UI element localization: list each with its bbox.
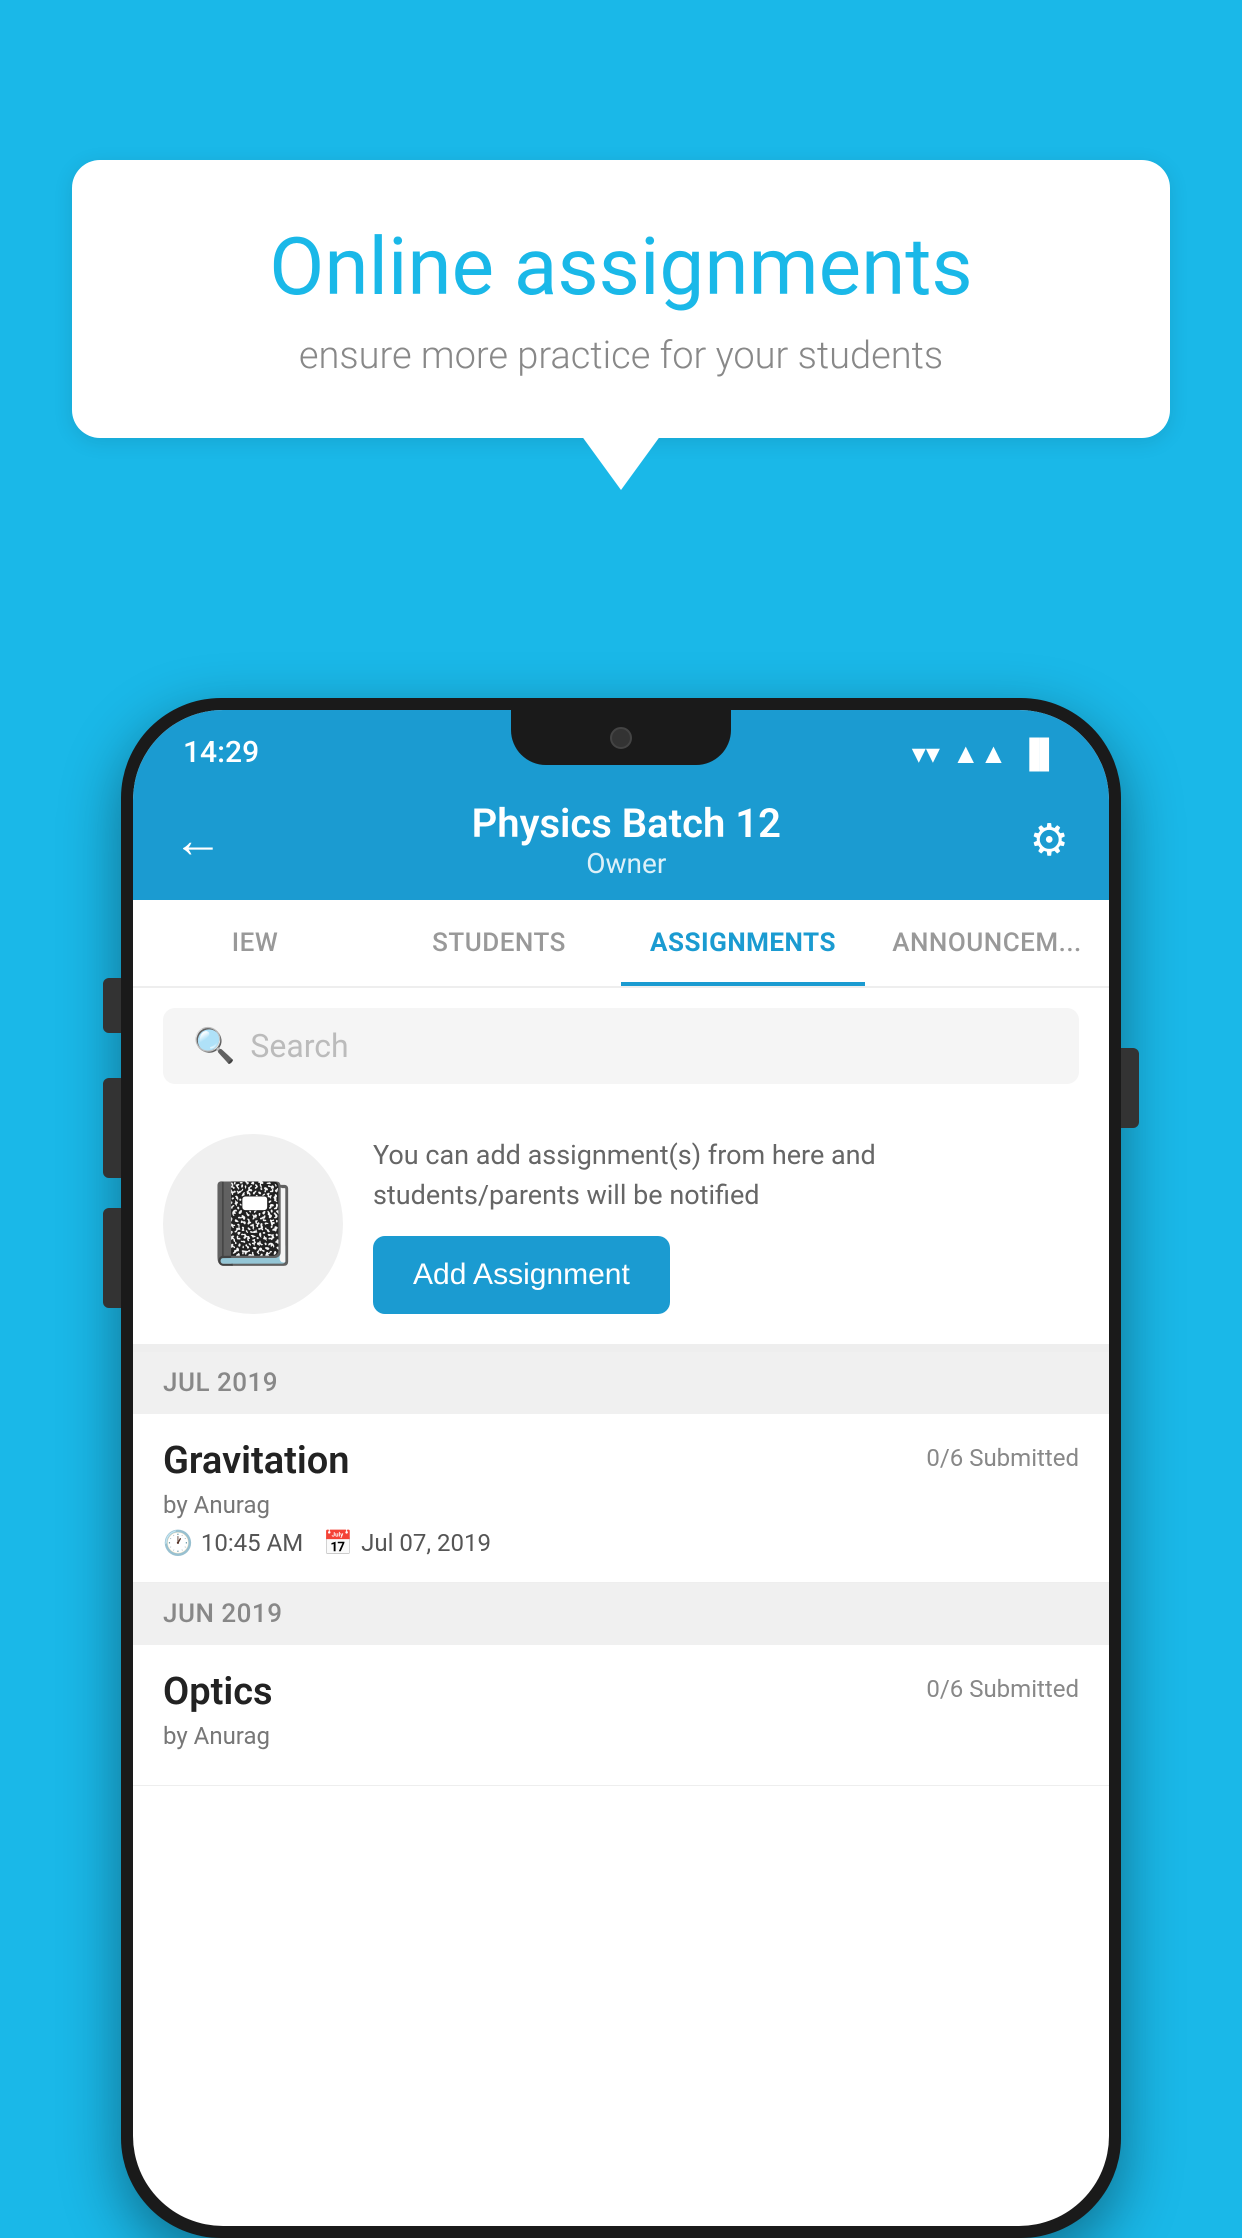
- header-title: Physics Batch 12: [472, 800, 781, 847]
- clock-icon: 🕐: [163, 1529, 193, 1557]
- search-bar[interactable]: 🔍 Search: [163, 1008, 1079, 1084]
- assignment-item-optics[interactable]: Optics 0/6 Submitted by Anurag: [133, 1645, 1109, 1786]
- volume-silent-button: [103, 978, 121, 1033]
- status-icons: ▾▾ ▲▲ ▐▌: [912, 737, 1059, 770]
- time-value: 10:45 AM: [201, 1529, 303, 1557]
- app-header: ← Physics Batch 12 Owner ⚙: [133, 780, 1109, 900]
- header-center: Physics Batch 12 Owner: [472, 800, 781, 880]
- search-container: 🔍 Search: [133, 988, 1109, 1104]
- speech-bubble: Online assignments ensure more practice …: [72, 160, 1170, 438]
- assignment-datetime: 🕐 10:45 AM 📅 Jul 07, 2019: [163, 1529, 1079, 1557]
- assignment-submitted: 0/6 Submitted: [926, 1444, 1079, 1472]
- phone-frame: 14:29 ▾▾ ▲▲ ▐▌ ← Physics Batch 12 Owner …: [121, 698, 1121, 2238]
- assignment-item-gravitation[interactable]: Gravitation 0/6 Submitted by Anurag 🕐 10…: [133, 1414, 1109, 1583]
- tab-students[interactable]: STUDENTS: [377, 900, 621, 986]
- assignment-name: Gravitation: [163, 1439, 350, 1483]
- notebook-icon: 📓: [203, 1177, 303, 1271]
- signal-icon: ▲▲: [952, 737, 1007, 770]
- tabs-container: IEW STUDENTS ASSIGNMENTS ANNOUNCEM...: [133, 900, 1109, 988]
- assignment-top: Gravitation 0/6 Submitted: [163, 1439, 1079, 1483]
- power-button: [1121, 1048, 1139, 1128]
- promo-right: You can add assignment(s) from here and …: [373, 1135, 1079, 1314]
- date-value: Jul 07, 2019: [361, 1529, 491, 1557]
- back-button[interactable]: ←: [173, 811, 223, 870]
- bubble-title: Online assignments: [142, 220, 1100, 314]
- tab-announcements[interactable]: ANNOUNCEM...: [865, 900, 1109, 986]
- phone-screen: 14:29 ▾▾ ▲▲ ▐▌ ← Physics Batch 12 Owner …: [133, 710, 1109, 2226]
- front-camera: [610, 727, 632, 749]
- search-input[interactable]: Search: [250, 1027, 348, 1065]
- battery-icon: ▐▌: [1019, 737, 1059, 770]
- assignment-meta: by Anurag: [163, 1491, 1079, 1519]
- wifi-icon: ▾▾: [912, 737, 940, 770]
- gear-icon[interactable]: ⚙: [1030, 814, 1069, 866]
- assignment-author: by Anurag: [163, 1491, 270, 1519]
- status-time: 14:29: [183, 735, 259, 770]
- calendar-icon: 📅: [323, 1529, 353, 1557]
- assignment-top-optics: Optics 0/6 Submitted: [163, 1670, 1079, 1714]
- datetime-time: 🕐 10:45 AM: [163, 1529, 303, 1557]
- promo-icon-circle: 📓: [163, 1134, 343, 1314]
- volume-down-button: [103, 1208, 121, 1308]
- tab-overview[interactable]: IEW: [133, 900, 377, 986]
- promo-description: You can add assignment(s) from here and …: [373, 1135, 1079, 1216]
- assignment-meta-optics: by Anurag: [163, 1722, 1079, 1750]
- assignment-author-optics: by Anurag: [163, 1722, 270, 1750]
- section-header-jul: JUL 2019: [133, 1352, 1109, 1414]
- bubble-subtitle: ensure more practice for your students: [142, 334, 1100, 378]
- section-header-jun: JUN 2019: [133, 1583, 1109, 1645]
- promo-section: 📓 You can add assignment(s) from here an…: [133, 1104, 1109, 1352]
- add-assignment-button[interactable]: Add Assignment: [373, 1236, 670, 1314]
- assignment-name-optics: Optics: [163, 1670, 273, 1714]
- assignment-submitted-optics: 0/6 Submitted: [926, 1675, 1079, 1703]
- tab-assignments[interactable]: ASSIGNMENTS: [621, 900, 865, 986]
- volume-up-button: [103, 1078, 121, 1178]
- search-icon: 🔍: [193, 1026, 235, 1066]
- datetime-date: 📅 Jul 07, 2019: [323, 1529, 491, 1557]
- speech-bubble-container: Online assignments ensure more practice …: [72, 160, 1170, 438]
- header-subtitle: Owner: [472, 847, 781, 880]
- phone-notch: [511, 710, 731, 765]
